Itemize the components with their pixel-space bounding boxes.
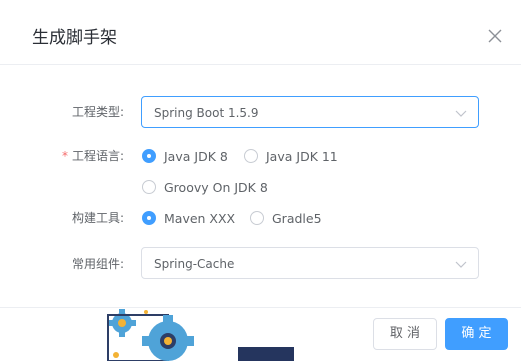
- chevron-down-icon: [454, 105, 468, 119]
- cancel-button[interactable]: 取 消: [373, 318, 437, 350]
- radio-label: Gradle5: [272, 211, 322, 226]
- radio-indicator: [142, 211, 156, 225]
- dialog-header: 生成脚手架: [0, 0, 521, 65]
- radio-indicator: [250, 211, 264, 225]
- language-label: * 工程语言:: [44, 148, 124, 164]
- small-gear-icon: [108, 309, 136, 337]
- project-type-label: 工程类型:: [71, 105, 124, 119]
- radio-indicator: [142, 149, 156, 163]
- confirm-button[interactable]: 确 定: [445, 318, 508, 350]
- language-label-text: 工程语言:: [71, 149, 124, 163]
- large-gear-icon: [142, 315, 194, 361]
- radio-label: Java JDK 8: [164, 149, 228, 164]
- close-icon[interactable]: [485, 26, 505, 46]
- build-tool-label: 构建工具:: [71, 211, 124, 225]
- radio-label: Maven XXX: [164, 211, 236, 226]
- components-value: Spring-Cache: [154, 257, 235, 271]
- chevron-down-icon: [454, 256, 468, 270]
- scaffold-dialog: 生成脚手架 工程类型: Spring Boot 1.5.9 * 工程语言: Jav…: [0, 0, 521, 361]
- dialog-title: 生成脚手架: [32, 28, 117, 48]
- project-type-select[interactable]: Spring Boot 1.5.9: [141, 96, 479, 128]
- radio-indicator: [142, 180, 156, 194]
- radio-indicator: [244, 149, 258, 163]
- required-star: *: [61, 149, 68, 163]
- components-label: 常用组件:: [71, 257, 124, 271]
- radio-label: Groovy On JDK 8: [164, 180, 268, 195]
- project-type-value: Spring Boot 1.5.9: [154, 106, 259, 120]
- components-select[interactable]: Spring-Cache: [141, 247, 479, 279]
- radio-label: Java JDK 11: [266, 149, 338, 164]
- gears-illustration: [107, 309, 294, 361]
